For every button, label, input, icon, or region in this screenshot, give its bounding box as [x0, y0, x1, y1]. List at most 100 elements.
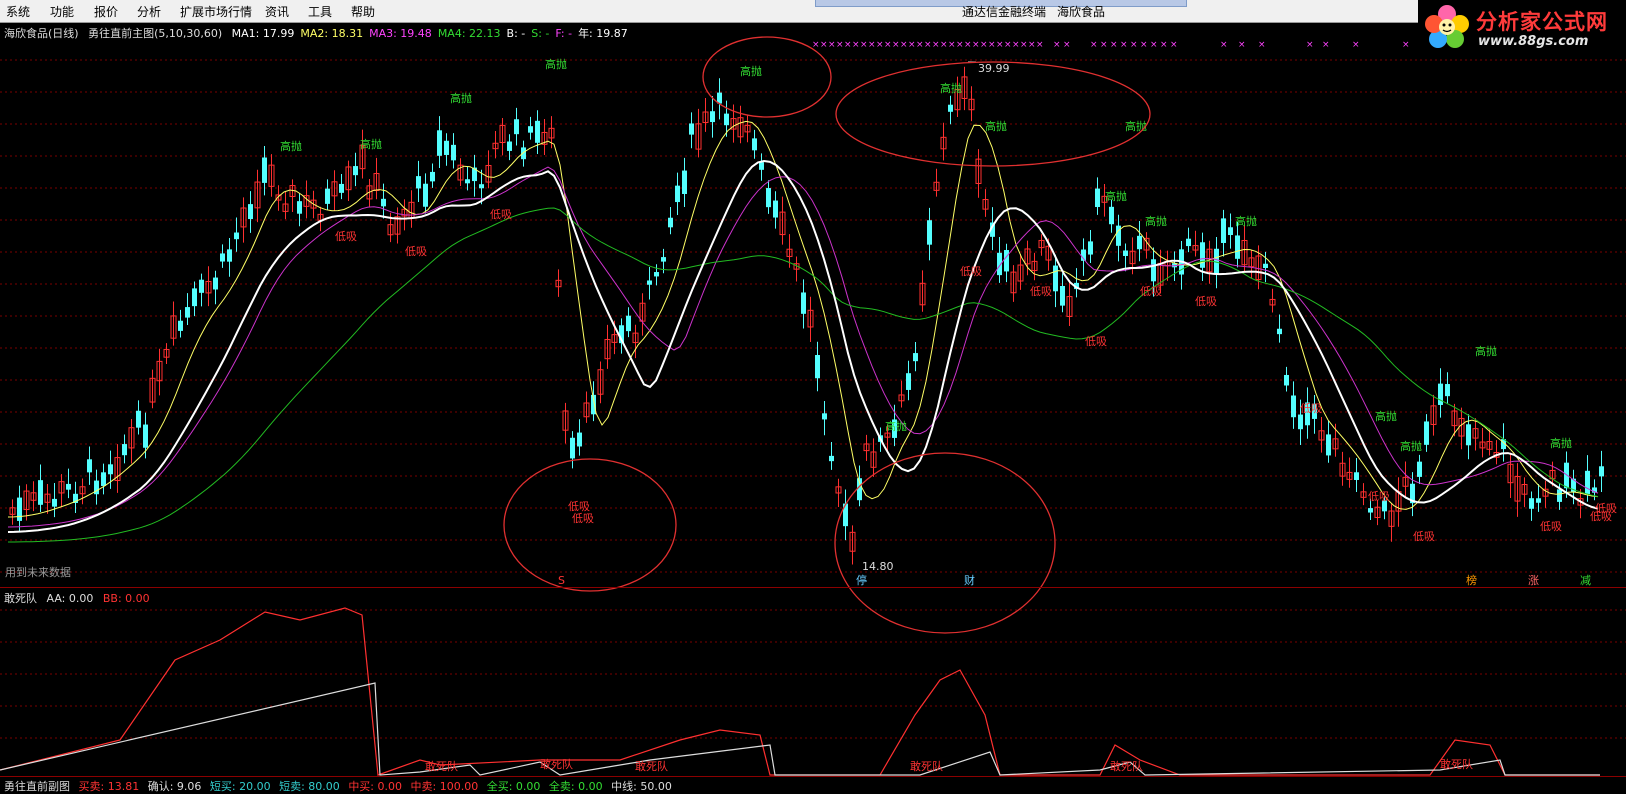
- x-marker: ×: [1053, 40, 1061, 50]
- candle-body: [1277, 328, 1282, 335]
- x-marker: ×: [1238, 40, 1246, 50]
- candle-body: [647, 280, 652, 285]
- candle-body: [521, 147, 526, 160]
- candle-body: [1354, 472, 1359, 480]
- signal-low: 低吸: [1590, 510, 1612, 523]
- x-marker: ×: [1110, 40, 1118, 50]
- candle-body: [1284, 374, 1289, 386]
- marker-2: 榜: [1466, 573, 1477, 587]
- x-marker: ×: [1170, 40, 1178, 50]
- candle-body: [752, 138, 757, 151]
- candle-body: [122, 444, 127, 456]
- signal-low: 低吸: [405, 245, 427, 258]
- candle-body: [248, 204, 253, 220]
- sub-label: 敢死队: [635, 759, 668, 773]
- candle-body: [325, 188, 330, 204]
- x-marker: ×: [1012, 40, 1020, 50]
- x-marker: ×: [860, 40, 868, 50]
- candle-body: [423, 183, 428, 207]
- panel-divider-2: [0, 776, 1626, 777]
- annotation-circle: [834, 452, 1056, 634]
- signal-low: 低吸: [572, 512, 594, 525]
- x-marker: ×: [900, 40, 908, 50]
- candle-body: [1438, 383, 1443, 405]
- price-chart[interactable]: 高抛 高抛高抛高抛高抛高抛高抛 高抛高抛高抛 高抛高抛高抛高抛 高抛高抛低吸低吸低吸低吸…: [0, 0, 1626, 794]
- signal-low: 低吸: [1413, 530, 1435, 543]
- candle-body: [136, 410, 141, 428]
- x-marker: ×: [1352, 40, 1360, 50]
- candle-body: [1053, 265, 1058, 292]
- candle-body: [1585, 470, 1590, 495]
- x-marker: ×: [916, 40, 924, 50]
- x-marker: ×: [956, 40, 964, 50]
- candle-body: [1326, 434, 1331, 456]
- bb-line: [0, 607, 1600, 776]
- x-marker: ×: [1090, 40, 1098, 50]
- candle-body: [1263, 263, 1268, 268]
- candle-body: [801, 292, 806, 314]
- candle-body: [1445, 384, 1450, 397]
- candle-body: [822, 413, 827, 420]
- x-marker: ×: [980, 40, 988, 50]
- candle-body: [766, 188, 771, 208]
- signal-low: 低吸: [1085, 335, 1107, 348]
- x-marker: ×: [988, 40, 996, 50]
- x-marker: ×: [948, 40, 956, 50]
- candle-body: [528, 126, 533, 133]
- x-marker: ×: [1258, 40, 1266, 50]
- signal-low: 低吸: [1368, 490, 1390, 503]
- signal-high: 高抛: [1145, 214, 1167, 228]
- candle-body: [479, 184, 484, 189]
- confirm-value: 确认: 9.06: [147, 780, 202, 793]
- signal-high: 高抛: [740, 64, 762, 78]
- x-marker: ×: [868, 40, 876, 50]
- x-marker: ×: [1120, 40, 1128, 50]
- bb-value: BB: 0.00: [102, 592, 150, 605]
- candle-body: [710, 111, 715, 123]
- x-marker: ×: [996, 40, 1004, 50]
- candle-body: [1228, 227, 1233, 236]
- candle-body: [430, 171, 435, 182]
- signal-low: 低吸: [1300, 402, 1322, 415]
- candle-body: [17, 497, 22, 521]
- x-marker: ×: [1100, 40, 1108, 50]
- candle-body: [682, 170, 687, 194]
- candle-body: [1137, 235, 1142, 250]
- sub-chart-header: 敢死队 AA: 0.00 BB: 0.00: [4, 590, 156, 606]
- signal-high: 高抛: [1235, 214, 1257, 228]
- signal-low: 低吸: [490, 208, 512, 221]
- x-marker: ×: [908, 40, 916, 50]
- x-marker: ×: [812, 40, 820, 50]
- candle-body: [437, 130, 442, 156]
- candle-body: [724, 113, 729, 126]
- candle-body: [815, 355, 820, 379]
- candle-body: [101, 472, 106, 486]
- x-marker: ×: [1306, 40, 1314, 50]
- candle-body: [1060, 285, 1065, 306]
- x-marker: ×: [892, 40, 900, 50]
- candle-body: [1564, 462, 1569, 489]
- marker-1: 财: [964, 573, 975, 587]
- candle-body: [535, 120, 540, 143]
- x-marker: ×: [820, 40, 828, 50]
- candle-body: [1298, 414, 1303, 430]
- candle-body: [906, 373, 911, 390]
- high-price-label: 39.99: [978, 62, 1010, 75]
- candle-body: [577, 432, 582, 447]
- candle-body: [829, 455, 834, 462]
- candle-body: [416, 176, 421, 189]
- candle-body: [353, 166, 358, 176]
- candle-body: [339, 183, 344, 193]
- signal-high: 高抛: [1105, 189, 1127, 203]
- candle-body: [1424, 421, 1429, 445]
- bottom-formula-name: 勇往直前副图: [4, 780, 70, 793]
- signal-high: 高抛: [1550, 436, 1572, 450]
- signal-low: 低吸: [1030, 285, 1052, 298]
- x-marker: ×: [1160, 40, 1168, 50]
- x-marker: ×: [1036, 40, 1044, 50]
- midline-value: 中线: 50.00: [611, 780, 672, 793]
- buy-sell-value: 买卖: 13.81: [78, 780, 140, 793]
- candle-body: [1466, 424, 1471, 446]
- sub-label: 敢死队: [1440, 757, 1473, 771]
- candle-body: [52, 498, 57, 507]
